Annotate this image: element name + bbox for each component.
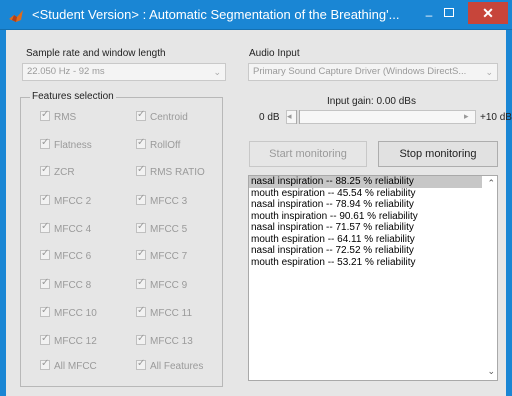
- minimize-button[interactable]: –: [418, 6, 440, 24]
- stop-monitoring-button[interactable]: Stop monitoring: [378, 141, 498, 167]
- list-item[interactable]: mouth espiration -- 53.21 % reliability: [249, 257, 497, 269]
- checkbox-check-icon: [40, 193, 50, 206]
- list-item[interactable]: mouth espiration -- 64.11 % reliability: [249, 234, 497, 246]
- checkbox-check-icon: [136, 277, 146, 290]
- chevron-down-icon: ⌄: [485, 67, 493, 77]
- scroll-up-icon[interactable]: ⌃: [487, 178, 495, 189]
- checkbox-check-icon: [136, 358, 146, 371]
- checkbox-check-icon: [40, 305, 50, 318]
- checkbox-mfcc-3[interactable]: MFCC 3: [136, 193, 187, 207]
- chevron-down-icon: ⌄: [213, 67, 221, 77]
- start-monitoring-button[interactable]: Start monitoring: [249, 141, 367, 167]
- checkbox-flatness[interactable]: Flatness: [40, 137, 92, 151]
- window-border-left: [0, 30, 6, 396]
- checkbox-mfcc-6[interactable]: MFCC 6: [40, 248, 91, 262]
- list-item[interactable]: mouth espiration -- 45.54 % reliability: [249, 188, 497, 200]
- checkbox-mfcc-2[interactable]: MFCC 2: [40, 193, 91, 207]
- checkbox-mfcc-5[interactable]: MFCC 5: [136, 221, 187, 235]
- title-bar[interactable]: <Student Version> : Automatic Segmentati…: [0, 0, 512, 30]
- input-gain-slider[interactable]: [286, 110, 476, 124]
- list-item[interactable]: nasal inspiration -- 78.94 % reliability: [249, 199, 497, 211]
- checkbox-mfcc-4[interactable]: MFCC 4: [40, 221, 91, 235]
- checkbox-check-icon: [40, 358, 50, 371]
- checkbox-all-features[interactable]: All Features: [136, 358, 203, 372]
- checkbox-all-mfcc[interactable]: All MFCC: [40, 358, 97, 372]
- checkbox-check-icon: [40, 164, 50, 177]
- sample-rate-label: Sample rate and window length: [26, 48, 166, 59]
- scroll-down-icon[interactable]: ⌄: [487, 366, 495, 377]
- checkbox-check-icon: [136, 248, 146, 261]
- checkbox-check-icon: [136, 221, 146, 234]
- features-group-title: Features selection: [30, 91, 116, 102]
- checkbox-mfcc-8[interactable]: MFCC 8: [40, 277, 91, 291]
- checkbox-mfcc-11[interactable]: MFCC 11: [136, 305, 192, 319]
- matlab-logo-icon: [8, 8, 24, 24]
- window-title: <Student Version> : Automatic Segmentati…: [32, 7, 400, 22]
- checkbox-check-icon: [136, 109, 146, 122]
- slider-right-arrow-icon[interactable]: ▸: [464, 111, 469, 122]
- checkbox-mfcc-9[interactable]: MFCC 9: [136, 277, 187, 291]
- checkbox-zcr[interactable]: ZCR: [40, 164, 75, 178]
- checkbox-rolloff[interactable]: RollOff: [136, 137, 180, 151]
- list-item[interactable]: mouth inspiration -- 90.61 % reliability: [249, 211, 497, 223]
- checkbox-rms-ratio[interactable]: RMS RATIO: [136, 164, 205, 178]
- gain-min-label: 0 dB: [259, 112, 280, 123]
- audio-input-dropdown[interactable]: Primary Sound Capture Driver (Windows Di…: [248, 63, 498, 81]
- list-item[interactable]: nasal inspiration -- 71.57 % reliability: [249, 222, 497, 234]
- sample-rate-dropdown[interactable]: 22.050 Hz - 92 ms ⌄: [22, 63, 226, 81]
- slider-thumb[interactable]: [296, 110, 300, 124]
- close-button[interactable]: ✕: [468, 2, 508, 24]
- checkbox-mfcc-12[interactable]: MFCC 12: [40, 333, 97, 347]
- checkbox-rms[interactable]: RMS: [40, 109, 76, 123]
- maximize-button[interactable]: [444, 8, 454, 17]
- checkbox-mfcc-7[interactable]: MFCC 7: [136, 248, 187, 262]
- checkbox-check-icon: [40, 137, 50, 150]
- checkbox-check-icon: [40, 333, 50, 346]
- slider-left-arrow-icon[interactable]: ◂: [287, 111, 292, 122]
- checkbox-check-icon: [136, 164, 146, 177]
- checkbox-mfcc-13[interactable]: MFCC 13: [136, 333, 193, 347]
- gain-max-label: +10 dB: [480, 112, 512, 123]
- checkbox-check-icon: [136, 333, 146, 346]
- audio-input-label: Audio Input: [249, 48, 300, 59]
- checkbox-check-icon: [40, 277, 50, 290]
- results-listbox[interactable]: nasal inspiration -- 88.25 % reliability…: [248, 175, 498, 381]
- listbox-scrollbar[interactable]: ⌃ ⌄: [482, 176, 497, 380]
- checkbox-check-icon: [136, 137, 146, 150]
- list-item[interactable]: nasal inspiration -- 72.52 % reliability: [249, 245, 497, 257]
- audio-input-value: Primary Sound Capture Driver (Windows Di…: [253, 66, 467, 77]
- checkbox-check-icon: [136, 305, 146, 318]
- checkbox-check-icon: [136, 193, 146, 206]
- checkbox-mfcc-10[interactable]: MFCC 10: [40, 305, 97, 319]
- checkbox-check-icon: [40, 248, 50, 261]
- input-gain-label: Input gain: 0.00 dBs: [327, 96, 416, 107]
- window-border-right: [506, 30, 512, 396]
- list-item[interactable]: nasal inspiration -- 88.25 % reliability: [249, 176, 497, 188]
- checkbox-centroid[interactable]: Centroid: [136, 109, 188, 123]
- sample-rate-value: 22.050 Hz - 92 ms: [27, 66, 105, 77]
- checkbox-check-icon: [40, 221, 50, 234]
- checkbox-check-icon: [40, 109, 50, 122]
